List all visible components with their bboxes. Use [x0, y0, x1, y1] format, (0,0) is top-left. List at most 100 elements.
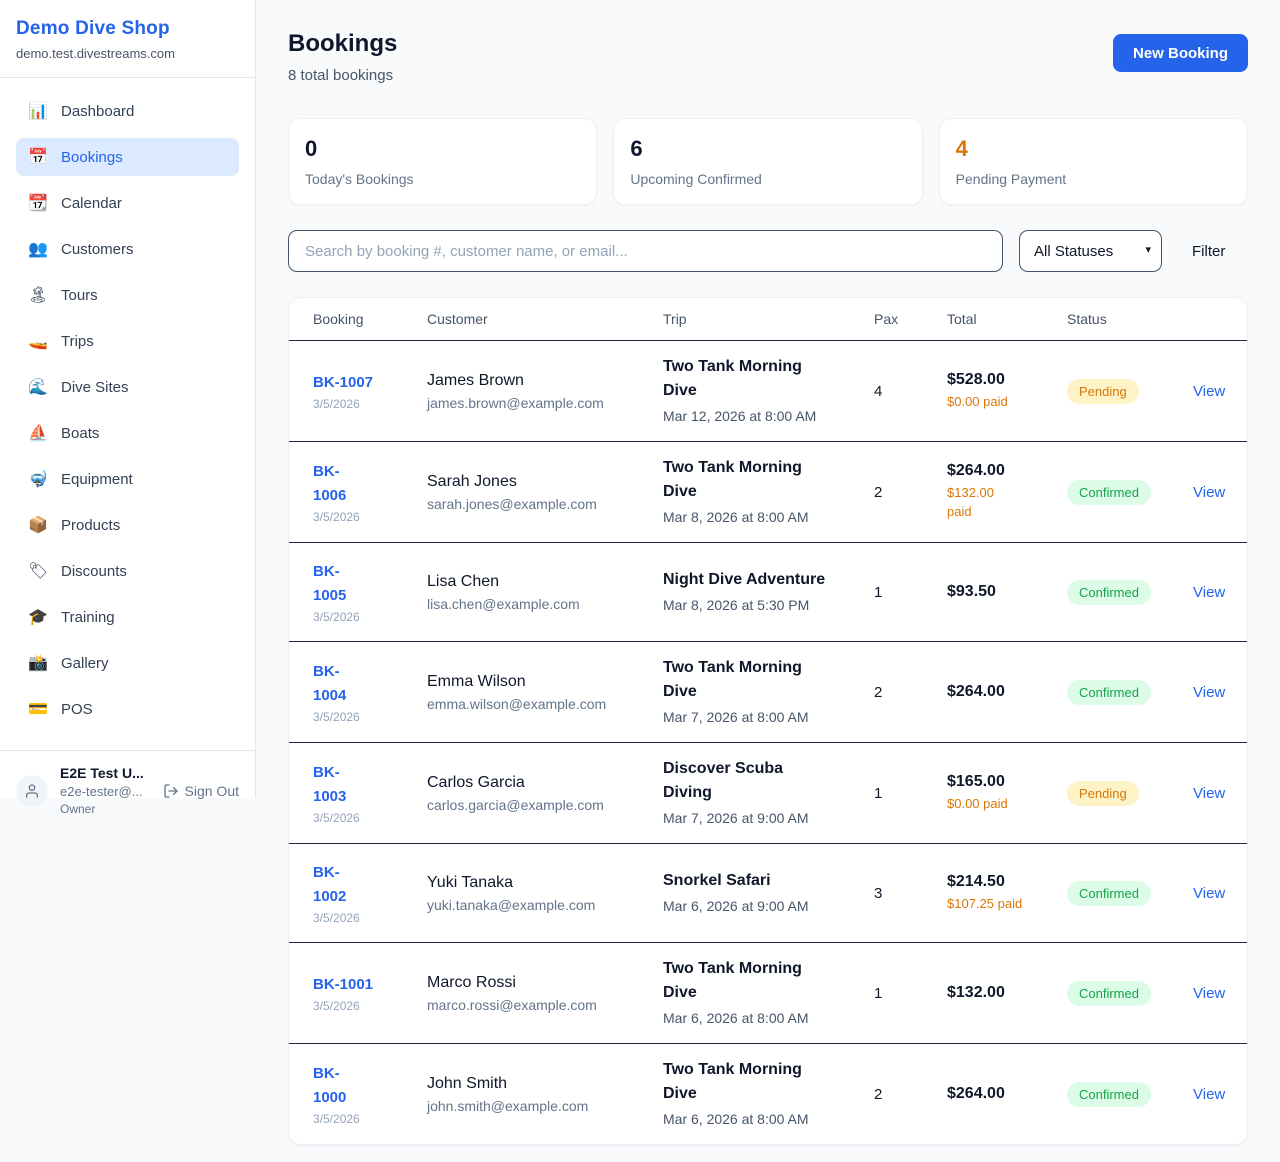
pax-count: 3 — [874, 885, 947, 902]
tours-icon: 🏝 — [28, 285, 48, 305]
new-booking-button[interactable]: New Booking — [1113, 34, 1248, 72]
view-link[interactable]: View — [1193, 684, 1225, 701]
trip-name: Two Tank MorningDive — [663, 355, 874, 403]
user-role: Owner — [60, 802, 151, 816]
sidebar-item-tours[interactable]: 🏝 Tours — [16, 276, 239, 314]
trips-icon: 🚤 — [28, 331, 48, 351]
booking-id-link[interactable]: BK-1003 — [313, 761, 427, 809]
sign-out-button[interactable]: Sign Out — [163, 783, 239, 799]
sidebar-item-discounts[interactable]: 🏷 Discounts — [16, 552, 239, 590]
dashboard-icon: 📊 — [28, 101, 48, 121]
filters-bar: All Statuses ▾ Filter — [288, 230, 1248, 272]
pax-count: 2 — [874, 684, 947, 701]
table-row: BK-1006 3/5/2026 Sarah Jones sarah.jones… — [289, 442, 1247, 543]
sidebar-item-bookings[interactable]: 📅 Bookings — [16, 138, 239, 176]
col-header-status: Status — [1067, 311, 1193, 327]
customer-email: james.brown@example.com — [427, 395, 663, 411]
sidebar-item-products[interactable]: 📦 Products — [16, 506, 239, 544]
booking-id-link[interactable]: BK-1002 — [313, 861, 427, 909]
pax-count: 1 — [874, 785, 947, 802]
trip-name: Night Dive Adventure — [663, 568, 874, 592]
sidebar-nav: 📊 Dashboard 📅 Bookings 📆 Calendar 👥 Cust… — [0, 78, 255, 750]
booking-date: 3/5/2026 — [313, 610, 427, 624]
booking-id-link[interactable]: BK-1000 — [313, 1062, 427, 1110]
status-badge: Confirmed — [1067, 881, 1151, 906]
view-link[interactable]: View — [1193, 584, 1225, 601]
paid-amount: $0.00 paid — [947, 393, 1067, 412]
sidebar-item-equipment[interactable]: 🤿 Equipment — [16, 460, 239, 498]
customer-email: yuki.tanaka@example.com — [427, 897, 663, 913]
customers-icon: 👥 — [28, 239, 48, 259]
sidebar-item-training[interactable]: 🎓 Training — [16, 598, 239, 636]
pax-count: 4 — [874, 383, 947, 400]
sidebar-item-customers[interactable]: 👥 Customers — [16, 230, 239, 268]
discounts-icon: 🏷 — [28, 561, 48, 581]
booking-id-link[interactable]: BK-1004 — [313, 660, 427, 708]
pax-count: 2 — [874, 484, 947, 501]
view-link[interactable]: View — [1193, 484, 1225, 501]
boats-icon: ⛵ — [28, 423, 48, 443]
pax-count: 2 — [874, 1086, 947, 1103]
pax-count: 1 — [874, 985, 947, 1002]
stat-label: Today's Bookings — [305, 171, 580, 187]
sidebar-item-dashboard[interactable]: 📊 Dashboard — [16, 92, 239, 130]
customer-name: John Smith — [427, 1075, 663, 1093]
status-badge: Confirmed — [1067, 981, 1151, 1006]
status-badge: Confirmed — [1067, 1082, 1151, 1107]
status-select-wrap: All Statuses ▾ — [1019, 230, 1162, 272]
view-link[interactable]: View — [1193, 1086, 1225, 1103]
status-badge: Confirmed — [1067, 680, 1151, 705]
page-header: Bookings 8 total bookings New Booking — [288, 30, 1248, 84]
gallery-icon: 📸 — [28, 653, 48, 673]
total-amount: $264.00 — [947, 1085, 1067, 1103]
trip-name: Two Tank MorningDive — [663, 456, 874, 504]
brand-title: Demo Dive Shop — [16, 18, 239, 40]
search-input[interactable] — [288, 230, 1003, 272]
view-link[interactable]: View — [1193, 383, 1225, 400]
sidebar-item-gallery[interactable]: 📸 Gallery — [16, 644, 239, 682]
sidebar-item-trips[interactable]: 🚤 Trips — [16, 322, 239, 360]
filter-button[interactable]: Filter — [1178, 243, 1239, 260]
paid-amount: $107.25 paid — [947, 895, 1067, 914]
status-badge: Confirmed — [1067, 480, 1151, 505]
stat-card: 0 Today's Bookings — [288, 118, 597, 205]
stat-value: 0 — [305, 136, 580, 162]
booking-id-link[interactable]: BK-1001 — [313, 973, 427, 997]
status-badge: Pending — [1067, 781, 1139, 806]
customer-email: lisa.chen@example.com — [427, 596, 663, 612]
customer-email: carlos.garcia@example.com — [427, 797, 663, 813]
customer-name: Carlos Garcia — [427, 774, 663, 792]
booking-id-link[interactable]: BK-1007 — [313, 371, 427, 395]
customer-email: marco.rossi@example.com — [427, 997, 663, 1013]
view-link[interactable]: View — [1193, 785, 1225, 802]
user-section: E2E Test U... e2e-tester@... Owner Sign … — [0, 750, 255, 830]
user-email: e2e-tester@... — [60, 784, 151, 799]
booking-id-link[interactable]: BK-1005 — [313, 560, 427, 608]
stat-label: Upcoming Confirmed — [630, 171, 905, 187]
brand-domain: demo.test.divestreams.com — [16, 46, 239, 61]
trip-datetime: Mar 12, 2026 at 8:00 AM — [663, 406, 874, 427]
customer-email: emma.wilson@example.com — [427, 696, 663, 712]
sidebar: Demo Dive Shop demo.test.divestreams.com… — [0, 0, 256, 798]
pax-count: 1 — [874, 584, 947, 601]
total-amount: $165.00 — [947, 773, 1067, 791]
view-link[interactable]: View — [1193, 885, 1225, 902]
sidebar-item-boats[interactable]: ⛵ Boats — [16, 414, 239, 452]
view-link[interactable]: View — [1193, 985, 1225, 1002]
sidebar-item-calendar[interactable]: 📆 Calendar — [16, 184, 239, 222]
bookings-table: Booking Customer Trip Pax Total Status B… — [288, 297, 1248, 1145]
customer-email: sarah.jones@example.com — [427, 496, 663, 512]
sidebar-item-pos[interactable]: 💳 POS — [16, 690, 239, 728]
booking-id-link[interactable]: BK-1006 — [313, 460, 427, 508]
main-content: Bookings 8 total bookings New Booking 0 … — [256, 0, 1280, 1162]
status-select[interactable]: All Statuses — [1019, 230, 1162, 272]
total-bookings-count: 8 total bookings — [288, 67, 397, 84]
total-amount: $214.50 — [947, 873, 1067, 891]
customer-name: James Brown — [427, 372, 663, 390]
stat-value: 4 — [956, 136, 1231, 162]
booking-date: 3/5/2026 — [313, 999, 427, 1013]
sidebar-item-dive-sites[interactable]: 🌊 Dive Sites — [16, 368, 239, 406]
trip-name: Two Tank MorningDive — [663, 656, 874, 704]
customer-name: Sarah Jones — [427, 473, 663, 491]
bookings-icon: 📅 — [28, 147, 48, 167]
